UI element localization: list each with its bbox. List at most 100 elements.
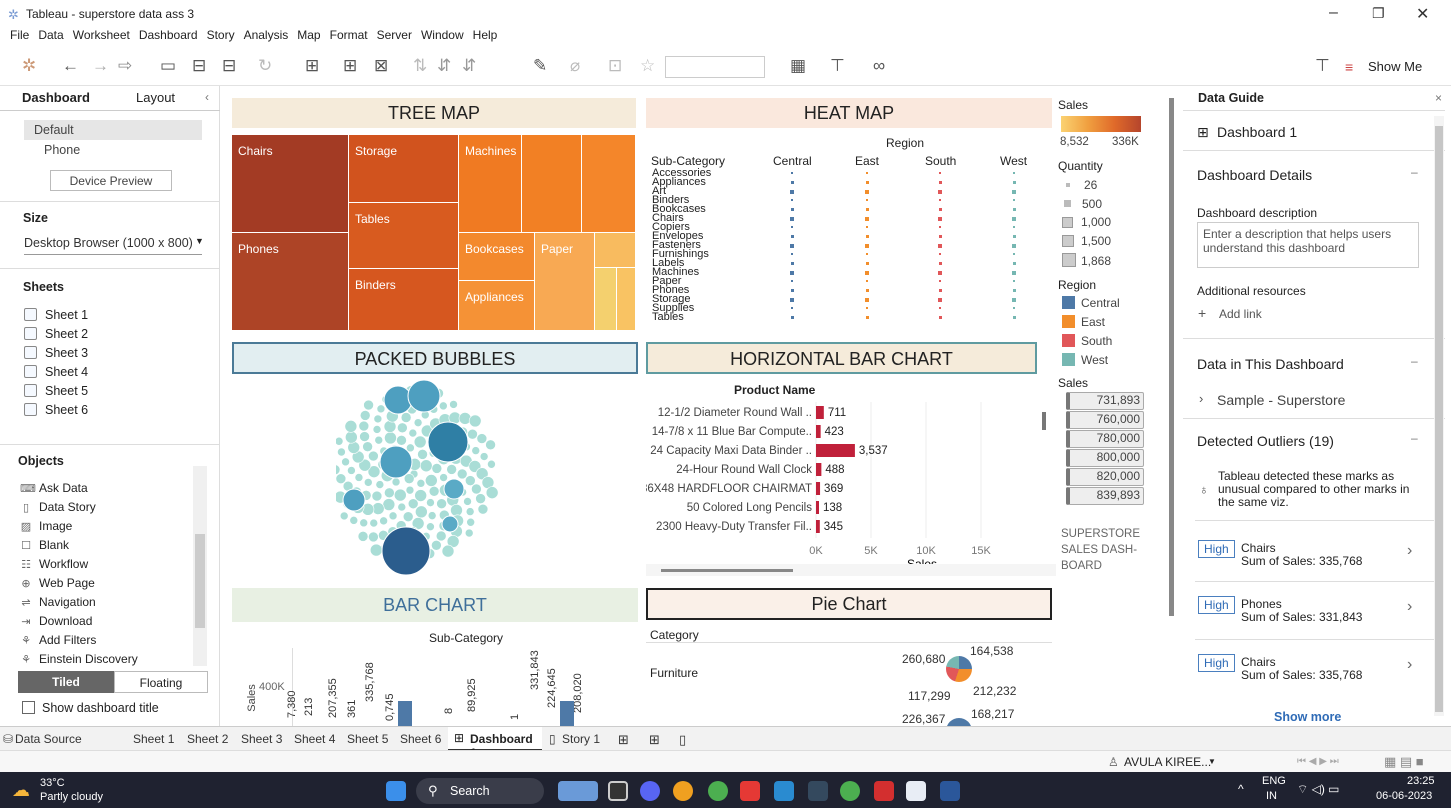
data-source-name[interactable]: Sample - Superstore	[1217, 392, 1345, 408]
sales-filter-value[interactable]: 839,893	[1066, 487, 1144, 505]
windows-start-icon[interactable]	[386, 781, 406, 801]
details-heading[interactable]: Dashboard Details	[1197, 167, 1312, 183]
heatmap-cell[interactable]	[1012, 289, 1016, 292]
menu-format[interactable]: Format	[330, 28, 368, 42]
data-heading[interactable]: Data in This Dashboard	[1197, 356, 1344, 372]
menu-map[interactable]: Map	[297, 28, 320, 42]
sales-filter-value[interactable]: 780,000	[1066, 430, 1144, 448]
pin-toolbar-icon[interactable]: ⊤	[1315, 56, 1330, 76]
duplicate-icon[interactable]: ⊞	[343, 56, 357, 76]
heatmap-cell[interactable]	[1012, 208, 1016, 211]
heatmap-cell[interactable]	[865, 244, 869, 248]
pause-icon[interactable]: ⊟	[222, 56, 236, 76]
heatmap-cell[interactable]	[1012, 244, 1016, 248]
label-icon[interactable]: ⊡	[608, 56, 622, 76]
sales-filter-value[interactable]: 800,000	[1066, 449, 1144, 467]
heatmap-cell[interactable]	[865, 262, 869, 265]
heatmap-cell[interactable]	[790, 208, 794, 211]
add-link[interactable]: Add link	[1219, 307, 1262, 321]
close-pane-icon[interactable]: ×	[1435, 91, 1442, 105]
sheet-item-6[interactable]: Sheet 6	[24, 403, 88, 417]
bar-chart-plot[interactable]: 7,380 213 207,355 361 335,768 0,745 8 89,925 1 33…	[226, 86, 636, 726]
chevron-right-icon[interactable]: ›	[1407, 656, 1412, 674]
clock-date[interactable]: 06-06-2023	[1376, 790, 1432, 802]
heatmap-cell[interactable]	[938, 181, 942, 184]
heatmap-cell[interactable]	[1013, 199, 1015, 201]
save-icon[interactable]: ▭	[160, 56, 176, 76]
object-workflow[interactable]: ☷ Workflow	[20, 557, 88, 571]
heatmap-cell[interactable]	[1012, 181, 1016, 184]
hbar-scrollbar[interactable]	[1042, 412, 1046, 430]
chevron-right-icon[interactable]: ›	[1407, 598, 1412, 616]
heatmap-cell[interactable]	[938, 271, 942, 275]
hbar-bar[interactable]	[816, 444, 855, 457]
clock-time[interactable]: 23:25	[1407, 775, 1435, 787]
menu-analysis[interactable]: Analysis	[244, 28, 289, 42]
tableau-taskbar-icon[interactable]	[906, 781, 926, 801]
menu-story[interactable]: Story	[207, 28, 235, 42]
objects-scrollbar[interactable]	[193, 466, 207, 666]
presentation-icon[interactable]: ⊤	[830, 56, 845, 76]
heatmap-cell[interactable]	[790, 262, 794, 265]
chevron-right-icon[interactable]: ›	[1199, 391, 1203, 406]
heatmap-cell[interactable]	[1012, 316, 1016, 319]
heatmap-cell[interactable]	[1013, 280, 1015, 282]
heatmap-cell[interactable]	[865, 181, 869, 184]
menu-server[interactable]: Server	[377, 28, 412, 42]
tab-sheet-1[interactable]: Sheet 1	[133, 732, 174, 746]
lang-label[interactable]: ENG	[1262, 775, 1286, 787]
sheet-item-4[interactable]: Sheet 4	[24, 365, 88, 379]
heatmap-cell[interactable]	[790, 271, 794, 275]
tab-dashboard-1[interactable]: ⊞ Dashboard 1	[448, 727, 542, 760]
sales-filter-value[interactable]: 731,893	[1066, 392, 1144, 410]
redo-icon[interactable]: →	[92, 56, 109, 76]
heatmap-cell[interactable]	[790, 235, 794, 238]
object-ask-data[interactable]: ⌨ Ask Data	[20, 481, 88, 495]
heatmap-cell[interactable]	[790, 316, 794, 319]
heatmap-cell[interactable]	[791, 307, 793, 309]
heatmap-cell[interactable]	[939, 307, 941, 309]
weather-icon[interactable]: ☁	[12, 780, 30, 801]
tab-dashboard[interactable]: Dashboard	[22, 90, 90, 105]
menu-worksheet[interactable]: Worksheet	[73, 28, 130, 42]
chevron-right-icon[interactable]: ›	[1407, 542, 1412, 560]
heatmap-cell[interactable]	[790, 217, 794, 221]
new-worksheet-tab-icon[interactable]: ⊞	[618, 732, 629, 748]
heatmap-cell[interactable]	[790, 190, 794, 194]
heatmap-cell[interactable]	[938, 244, 942, 248]
pie-furniture[interactable]	[946, 656, 972, 682]
chat-app-icon[interactable]	[640, 781, 660, 801]
floating-button[interactable]: Floating	[114, 671, 208, 693]
heatmap-cell[interactable]	[866, 307, 868, 309]
hbar-chart[interactable]: 0K5K10K15KSales12-1/2 Diameter Round Wal…	[646, 398, 1046, 573]
app-icon[interactable]	[808, 781, 828, 801]
show-me-button[interactable]: Show Me	[1368, 59, 1422, 74]
clear-sheet-icon[interactable]: ⊠	[374, 56, 388, 76]
heatmap-cell[interactable]	[790, 181, 794, 184]
heatmap-cell[interactable]	[865, 289, 869, 292]
collapse-icon[interactable]: –	[1411, 165, 1418, 179]
heatmap-cell[interactable]	[865, 208, 869, 211]
heatmap-cell[interactable]	[938, 190, 942, 194]
dashboard-divider[interactable]	[1169, 98, 1174, 616]
heatmap-cell[interactable]	[791, 226, 793, 228]
heatmap-cell[interactable]	[1012, 298, 1016, 302]
bar-chart-bar[interactable]	[560, 701, 574, 726]
heatmap-cell[interactable]	[938, 235, 942, 238]
heatmap-cell[interactable]	[866, 226, 868, 228]
heatmap-cell[interactable]	[1012, 262, 1016, 265]
file-explorer-icon[interactable]	[673, 781, 693, 801]
bar-chart-bar[interactable]	[398, 701, 412, 726]
hbar-bar[interactable]	[816, 463, 822, 476]
heatmap-cell[interactable]	[938, 298, 942, 302]
heatmap-cell[interactable]	[866, 199, 868, 201]
heatmap-cell[interactable]	[865, 271, 869, 275]
restore-icon[interactable]: ❐	[1372, 5, 1385, 22]
show-title-checkbox[interactable]	[22, 701, 35, 714]
heatmap-cell[interactable]	[938, 208, 942, 211]
hbar-bar[interactable]	[816, 406, 824, 419]
heatmap-cell[interactable]	[865, 217, 869, 221]
size-dropdown[interactable]: Desktop Browser (1000 x 800)	[24, 236, 193, 250]
tab-sheet-4[interactable]: Sheet 4	[294, 732, 335, 746]
sort-asc-icon[interactable]: ⇵	[437, 56, 451, 76]
